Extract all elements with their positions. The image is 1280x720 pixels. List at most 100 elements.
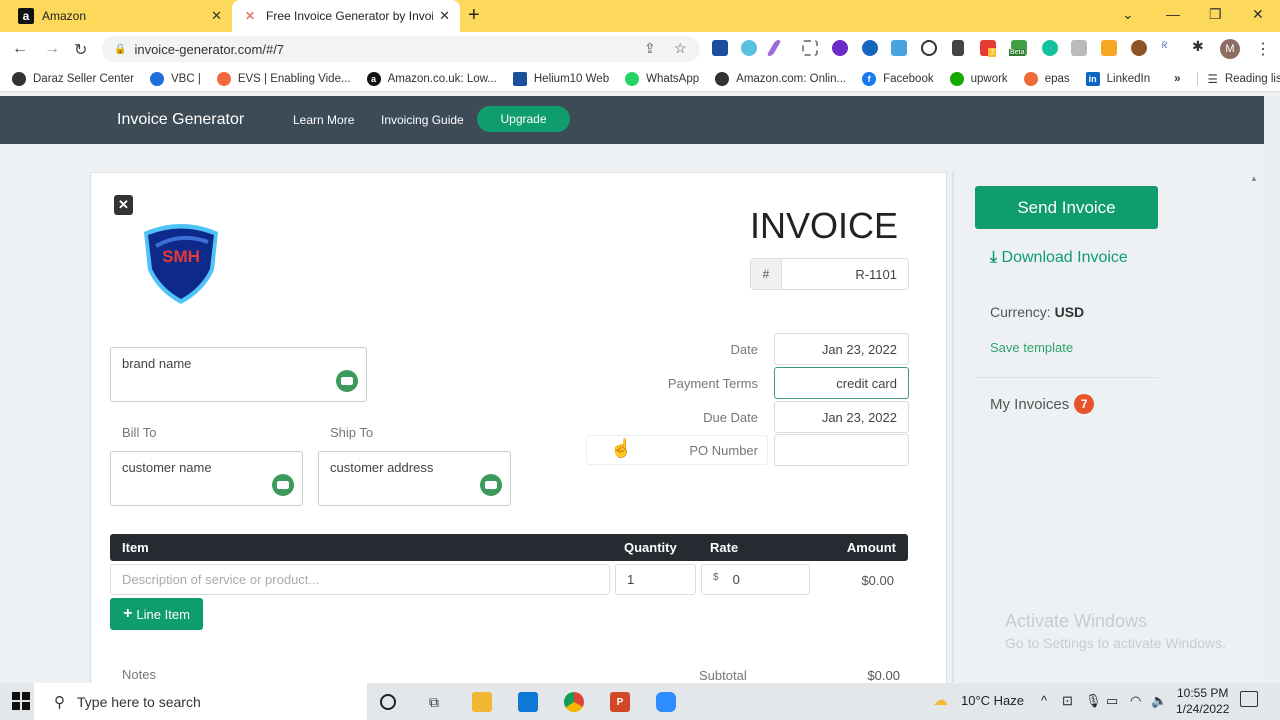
ship-to-field[interactable]: customer address xyxy=(318,451,511,506)
back-icon[interactable]: ← xyxy=(12,40,28,58)
minimize-icon[interactable]: — xyxy=(1166,6,1180,22)
feather-extension-icon[interactable] xyxy=(766,40,782,56)
invoice-title[interactable]: INVOICE xyxy=(700,205,898,247)
profile-avatar[interactable]: M xyxy=(1220,39,1240,59)
address-bar[interactable]: 🔒 invoice-generator.com/#/7 ⇪ ☆ xyxy=(102,36,700,62)
header-amount[interactable]: Amount xyxy=(847,540,896,555)
save-template-link[interactable]: Save template xyxy=(990,340,1073,355)
bookmark-daraz[interactable]: Daraz Seller Center xyxy=(12,71,134,86)
header-quantity[interactable]: Quantity xyxy=(624,540,677,555)
page-scrollbar[interactable] xyxy=(1264,96,1280,680)
microphone-icon[interactable]: 🎙 xyxy=(1085,693,1102,709)
weather-icon[interactable]: ☁ xyxy=(933,691,948,709)
e-extension-icon[interactable] xyxy=(832,40,848,56)
image-extension-icon[interactable] xyxy=(891,40,907,56)
taskbar-clock[interactable]: 10:55 PM 1/24/2022 xyxy=(1176,685,1229,717)
due-date-field[interactable]: Jan 23, 2022 xyxy=(774,401,909,433)
nav-invoicing-guide[interactable]: Invoicing Guide xyxy=(381,113,464,127)
add-line-item-button[interactable]: + Line Item xyxy=(110,598,203,630)
cortana-icon[interactable] xyxy=(380,694,396,710)
task-view-icon[interactable]: ⧉ xyxy=(424,692,444,712)
windows-start-icon[interactable] xyxy=(12,692,30,710)
volume-icon[interactable]: 🔈 xyxy=(1151,693,1167,709)
invoice-number-field[interactable]: # R-1101 xyxy=(750,258,909,290)
reading-list-button[interactable]: ☰ Reading list xyxy=(1196,71,1280,86)
profile-extension-icon[interactable] xyxy=(1071,40,1087,56)
company-logo[interactable]: SMH xyxy=(138,218,224,304)
bookmark-linkedin[interactable]: in LinkedIn xyxy=(1085,71,1150,86)
bookmark-vbc[interactable]: VBC | xyxy=(149,71,201,86)
font-extension-icon[interactable]: 7 xyxy=(980,40,997,57)
remove-logo-button[interactable]: ✕ xyxy=(114,195,133,215)
bookmark-upwork[interactable]: upwork xyxy=(949,71,1008,86)
autofill-bot-icon[interactable] xyxy=(336,370,358,392)
zoom-app-icon[interactable] xyxy=(656,692,676,712)
magnifier-extension-icon[interactable] xyxy=(921,40,937,56)
payment-terms-field[interactable]: credit card xyxy=(774,367,909,399)
wifi-icon[interactable]: ◠ xyxy=(1130,693,1141,709)
browser-menu-icon[interactable]: ⋮ xyxy=(1255,39,1271,59)
diamond-extension-icon[interactable] xyxy=(741,40,757,56)
close-tab-icon[interactable]: ✕ xyxy=(211,8,222,24)
autofill-bot-icon[interactable] xyxy=(480,474,502,496)
site-brand[interactable]: Invoice Generator xyxy=(117,111,244,129)
currency-selector[interactable]: Currency: USD xyxy=(990,304,1084,320)
share-icon[interactable]: ⇪ xyxy=(644,40,656,57)
my-invoices-link[interactable]: My Invoices 7 xyxy=(990,394,1095,414)
tab-invoice-generator[interactable]: ✕ Free Invoice Generator by Invoice ✕ xyxy=(232,0,460,32)
bookmark-whatsapp[interactable]: WhatsApp xyxy=(625,71,699,86)
weather-text[interactable]: 10°C Haze xyxy=(961,693,1024,708)
from-field[interactable]: brand name xyxy=(110,347,367,402)
taskbar-search-box[interactable]: ⚲ Type here to search xyxy=(34,683,367,720)
file-explorer-icon[interactable] xyxy=(472,692,492,712)
nav-learn-more[interactable]: Learn More xyxy=(293,113,354,127)
tab-search-icon[interactable]: ⌄ xyxy=(1122,6,1134,23)
bookmark-star-icon[interactable]: ☆ xyxy=(674,40,687,57)
camera-icon[interactable]: ⊡ xyxy=(1062,693,1073,709)
trash-extension-icon[interactable] xyxy=(952,40,964,56)
helium10-extension-icon[interactable] xyxy=(712,40,728,56)
restore-icon[interactable]: ❐ xyxy=(1209,6,1222,23)
fullscreen-extension-icon[interactable] xyxy=(802,40,818,56)
item-description-input[interactable]: Description of service or product... xyxy=(110,564,610,595)
bookmark-facebook[interactable]: f Facebook xyxy=(862,71,934,86)
cookie-extension-icon[interactable] xyxy=(1131,40,1147,56)
rss-extension-icon[interactable] xyxy=(1101,40,1117,56)
item-rate-input[interactable]: $0 xyxy=(701,564,810,595)
close-tab-icon[interactable]: ✕ xyxy=(439,8,450,24)
header-item[interactable]: Item xyxy=(122,540,149,555)
po-number-field[interactable] xyxy=(774,434,909,466)
bill-to-field[interactable]: customer name xyxy=(110,451,303,506)
date-field[interactable]: Jan 23, 2022 xyxy=(774,333,909,365)
upgrade-button[interactable]: Upgrade xyxy=(477,106,570,132)
bookmark-amazon-uk[interactable]: a Amazon.co.uk: Low... xyxy=(366,71,497,86)
grammarly-icon[interactable] xyxy=(1042,40,1058,56)
battery-icon[interactable]: ▭ xyxy=(1106,693,1118,709)
item-quantity-input[interactable]: 1 xyxy=(615,564,696,595)
notification-center-icon[interactable] xyxy=(1240,691,1258,707)
header-rate[interactable]: Rate xyxy=(710,540,738,555)
forward-icon[interactable]: → xyxy=(44,40,60,58)
more-bookmarks-button[interactable]: » xyxy=(1174,73,1180,85)
extensions-puzzle-icon[interactable]: ✱ xyxy=(1192,38,1208,54)
chrome-icon[interactable] xyxy=(564,692,584,712)
bookmark-evs[interactable]: EVS | Enabling Vide... xyxy=(216,71,351,86)
sr-extension-icon[interactable]: ᖇ xyxy=(1162,40,1178,56)
beta-extension-icon[interactable]: Beta xyxy=(1009,40,1027,56)
show-hidden-icons[interactable]: ^ xyxy=(1041,693,1047,708)
new-tab-button[interactable]: + xyxy=(468,4,480,27)
reload-icon[interactable]: ↻ xyxy=(74,40,87,60)
bookmark-epas[interactable]: epas xyxy=(1023,71,1070,86)
bookmark-helium10[interactable]: Helium10 Web xyxy=(512,71,609,86)
autofill-bot-icon[interactable] xyxy=(272,474,294,496)
powerpoint-icon[interactable]: P xyxy=(610,692,630,712)
tab-amazon[interactable]: a Amazon ✕ xyxy=(8,0,232,32)
close-window-icon[interactable]: ✕ xyxy=(1252,6,1264,23)
download-invoice-link[interactable]: ⤓ Download Invoice xyxy=(990,249,1128,267)
send-invoice-button[interactable]: Send Invoice xyxy=(975,186,1158,229)
invoice-number-value[interactable]: R-1101 xyxy=(782,259,908,289)
bookmark-amazon-com[interactable]: Amazon.com: Onlin... xyxy=(715,71,846,86)
scroll-up-arrow-icon[interactable]: ▲ xyxy=(1250,174,1258,183)
circle-extension-icon[interactable] xyxy=(862,40,878,56)
mail-icon[interactable] xyxy=(518,692,538,712)
